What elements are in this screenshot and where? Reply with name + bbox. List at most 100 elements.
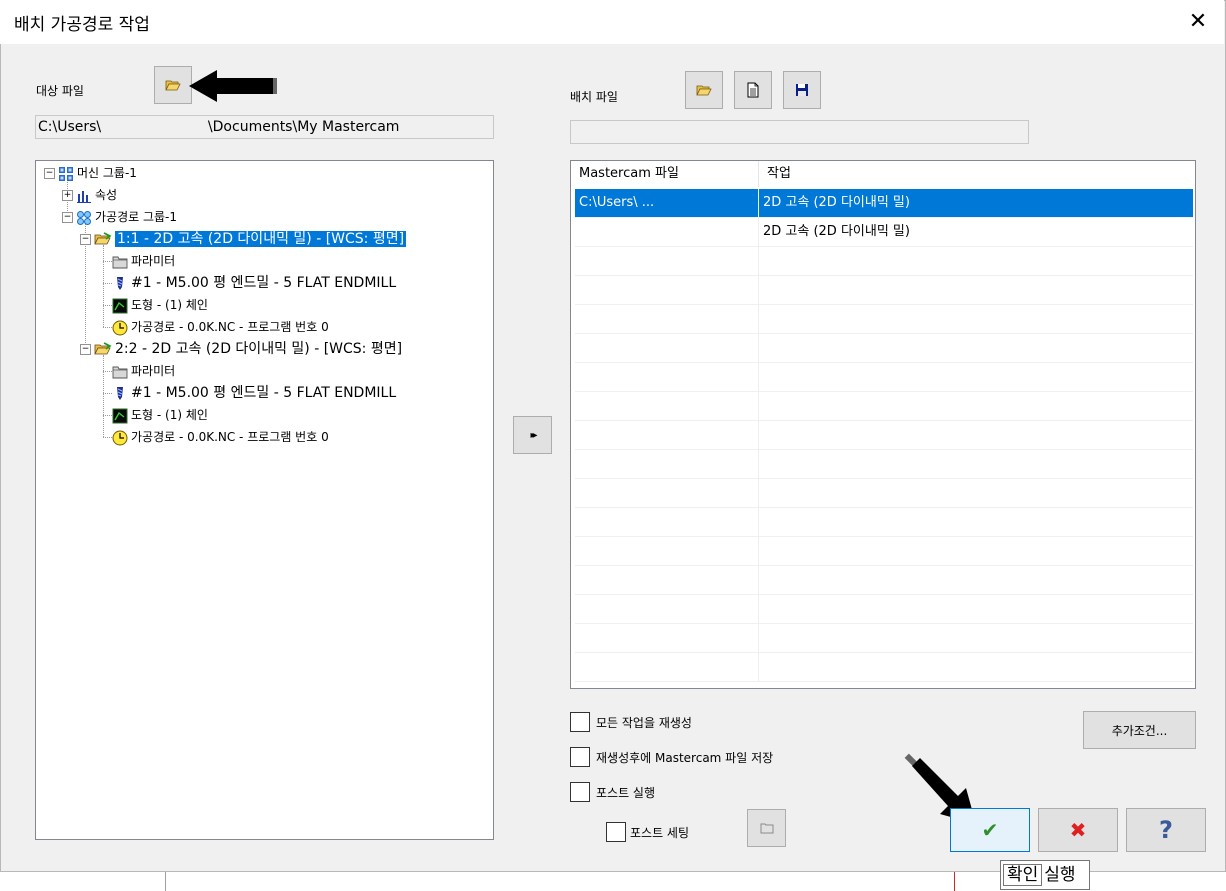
regen-all-checkbox[interactable] — [570, 712, 590, 732]
list-row — [575, 392, 1193, 421]
list-row[interactable]: C:\Users\ ... 2D 고속 (2D 다이내믹 밀) — [575, 189, 1193, 218]
tree-node-label: #1 - M5.00 평 엔드밀 - 5 FLAT ENDMILL — [131, 385, 397, 401]
list-row — [575, 566, 1193, 595]
column-divider — [758, 276, 759, 305]
column-divider — [758, 508, 759, 537]
expand-icon[interactable]: + — [62, 190, 73, 201]
tree-node-label: 머신 그룹-1 — [77, 166, 137, 180]
folder-icon — [112, 254, 128, 270]
geometry-icon — [112, 408, 128, 424]
run-post-label: 포스트 실행 — [596, 786, 656, 800]
list-row — [575, 479, 1193, 508]
regen-all-label: 모든 작업을 재생성 — [596, 716, 692, 730]
close-button[interactable]: ✕ — [1180, 6, 1216, 38]
column-divider — [758, 653, 759, 682]
tree-node[interactable]: #1 - M5.00 평 엔드밀 - 5 FLAT ENDMILL — [112, 383, 396, 403]
tree-node-label: 2:2 - 2D 고속 (2D 다이내믹 밀) - [WCS: 평면] — [115, 341, 403, 357]
column-divider — [758, 305, 759, 334]
tree-node-label: 도형 - (1) 체인 — [131, 298, 208, 312]
tree-node-label: 가공경로 - 0.0K.NC - 프로그램 번호 0 — [131, 320, 329, 334]
column-divider — [758, 450, 759, 479]
column-divider — [758, 479, 759, 508]
tree-node[interactable]: 파라미터 — [112, 251, 175, 271]
tree-node-label: 가공경로 그룹-1 — [95, 210, 178, 224]
tree-node[interactable]: #1 - M5.00 평 엔드밀 - 5 FLAT ENDMILL — [112, 273, 396, 293]
source-file-label: 대상 파일 — [36, 84, 84, 98]
tree-node[interactable]: 파라미터 — [112, 361, 175, 381]
list-row — [575, 450, 1193, 479]
collapse-icon[interactable]: − — [62, 212, 73, 223]
column-divider — [758, 421, 759, 450]
geometry-icon — [112, 298, 128, 314]
collapse-icon[interactable]: − — [80, 234, 91, 245]
list-row — [575, 334, 1193, 363]
source-path-field[interactable]: C:\Users\ \Documents\My Mastercam — [35, 115, 494, 139]
column-divider — [758, 566, 759, 595]
tree-node-label: 도형 - (1) 체인 — [131, 408, 208, 422]
ok-button[interactable]: ✔ — [950, 808, 1030, 852]
tree-connector — [103, 261, 112, 262]
list-row[interactable]: 2D 고속 (2D 다이내믹 밀) — [575, 218, 1193, 247]
tree-node[interactable]: 속성 — [76, 185, 117, 205]
batch-list[interactable]: Mastercam 파일 작업 C:\Users\ ... 2D 고속 (2D 다… — [570, 160, 1196, 689]
tree-node-label: #1 - M5.00 평 엔드밀 - 5 FLAT ENDMILL — [131, 275, 397, 291]
operation-folder-icon — [94, 231, 112, 247]
open-batch-button[interactable] — [685, 71, 723, 109]
double-arrow-right-icon: ▸▸ — [530, 429, 537, 441]
checkmark-icon: ✔ — [981, 818, 999, 842]
save-after-label: 재생성후에 Mastercam 파일 저장 — [596, 751, 774, 765]
list-row — [575, 653, 1193, 682]
post-settings-label: 포스트 세팅 — [630, 826, 690, 840]
column-divider — [758, 334, 759, 363]
post-settings-checkbox[interactable] — [606, 822, 626, 842]
tree-node[interactable]: 도형 - (1) 체인 — [112, 295, 208, 315]
tree-connector — [103, 283, 112, 284]
tree-node[interactable]: 가공경로 - 0.0K.NC - 프로그램 번호 0 — [112, 427, 329, 447]
file-cell: C:\Users\ ... — [579, 195, 655, 210]
add-to-batch-button[interactable]: ▸▸ — [513, 416, 552, 454]
post-folder-button[interactable] — [747, 809, 786, 847]
tree-node[interactable]: 머신 그룹-1 — [58, 163, 137, 183]
tree-connector — [103, 355, 104, 437]
run-post-checkbox[interactable] — [570, 782, 590, 802]
tooltip-prefix: 확인 — [1003, 864, 1043, 886]
operation-tree[interactable]: 머신 그룹-1− 속성 + 가공경로 그룹-1−1:1 - 2D 고속 (2D 다이내… — [35, 160, 494, 840]
list-row — [575, 276, 1193, 305]
tool-icon — [112, 385, 128, 401]
tree-node[interactable]: 가공경로 - 0.0K.NC - 프로그램 번호 0 — [112, 317, 329, 337]
batch-path-field[interactable] — [570, 120, 1029, 144]
open-folder-icon — [696, 85, 712, 96]
pointer-arrow-left-icon — [189, 70, 277, 102]
cancel-button[interactable]: ✖ — [1038, 808, 1118, 852]
new-batch-button[interactable] — [734, 71, 772, 109]
list-row — [575, 247, 1193, 276]
tree-connector — [103, 437, 112, 438]
save-batch-button[interactable] — [783, 71, 821, 109]
list-row — [575, 421, 1193, 450]
tree-node[interactable]: 도형 - (1) 체인 — [112, 405, 208, 425]
clock-icon — [112, 320, 128, 336]
advanced-button[interactable]: 추가조건... — [1083, 711, 1196, 749]
column-header-file[interactable]: Mastercam 파일 — [571, 161, 759, 187]
save-after-checkbox[interactable] — [570, 747, 590, 767]
operation-folder-icon — [94, 341, 112, 357]
tree-node[interactable]: 2:2 - 2D 고속 (2D 다이내믹 밀) - [WCS: 평면] — [94, 339, 402, 359]
properties-icon — [76, 188, 92, 204]
tree-node[interactable]: 1:1 - 2D 고속 (2D 다이내믹 밀) - [WCS: 평면] — [94, 229, 407, 249]
folder-icon — [760, 823, 773, 834]
tree-connector — [103, 393, 112, 394]
tree-connector — [103, 371, 112, 372]
cross-icon: ✖ — [1069, 818, 1087, 842]
column-header-operation[interactable]: 작업 — [759, 161, 1195, 187]
collapse-icon[interactable]: − — [80, 344, 91, 355]
help-button[interactable]: ? — [1126, 808, 1206, 852]
window-title: 배치 가공경로 작업 — [14, 15, 150, 35]
background-divider — [165, 872, 166, 891]
collapse-icon[interactable]: − — [44, 168, 55, 179]
tree-node-label: 파라미터 — [131, 364, 176, 378]
tree-node-label: 파라미터 — [131, 254, 176, 268]
tree-node[interactable]: 가공경로 그룹-1 — [76, 207, 177, 227]
list-row — [575, 363, 1193, 392]
title-bar — [0, 0, 1224, 44]
tree-connector — [103, 415, 112, 416]
